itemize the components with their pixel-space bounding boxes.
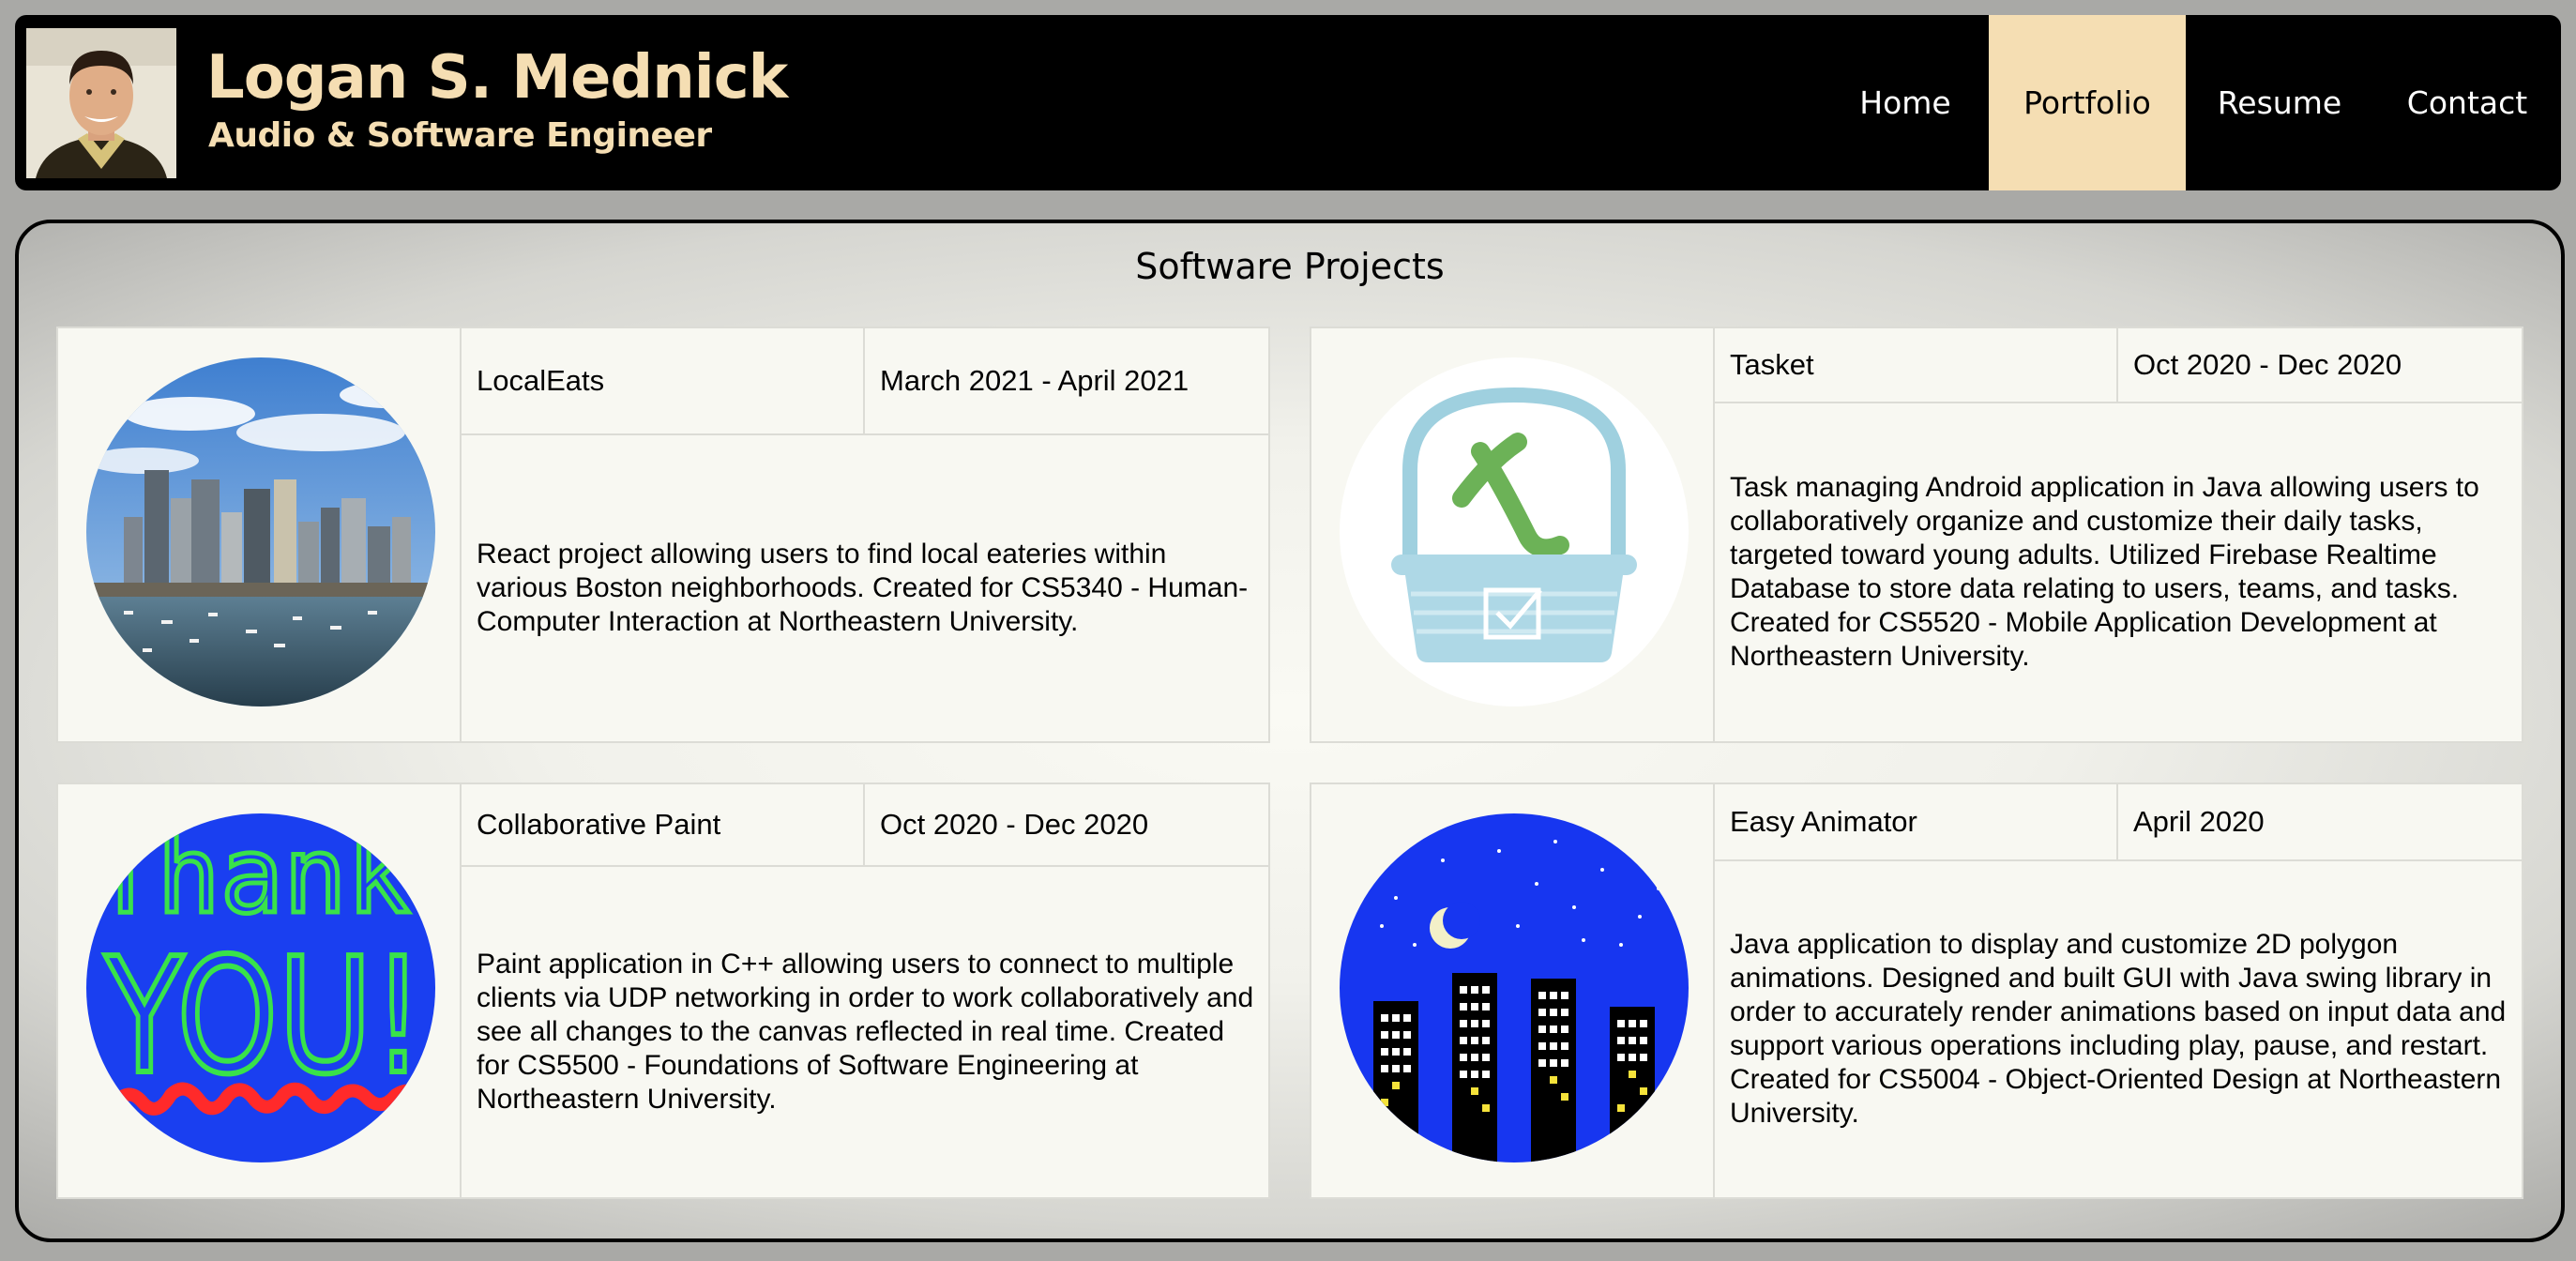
project-name: Collaborative Paint [462, 784, 865, 865]
page-title: Software Projects [1135, 246, 1445, 287]
project-card-collaborative-paint: Thank YOU! Collaborative Paint Oct 2020 … [56, 782, 1270, 1199]
project-description: React project allowing users to find loc… [477, 539, 1249, 637]
project-header: Easy Animator April 2020 [1715, 784, 2522, 861]
profile-photo [26, 28, 176, 178]
project-card-easy-animator: Easy Animator April 2020 Java applicatio… [1310, 782, 2523, 1199]
project-image-cell [1311, 784, 1715, 1197]
project-card-localeats: LocalEats March 2021 - April 2021 React … [56, 327, 1270, 743]
project-description: Paint application in C++ allowing users … [477, 949, 1254, 1115]
project-date: Oct 2020 - Dec 2020 [2133, 348, 2402, 381]
thank-text: Thank [94, 815, 410, 937]
project-header: Collaborative Paint Oct 2020 - Dec 2020 [462, 784, 1268, 867]
tasket-basket-logo [1340, 357, 1689, 706]
project-description: Task managing Android application in Jav… [1730, 472, 2479, 672]
nav-home[interactable]: Home [1822, 15, 1989, 190]
nav-contact[interactable]: Contact [2373, 15, 2561, 190]
boston-skyline-image [86, 357, 435, 706]
project-date: April 2020 [2133, 805, 2265, 838]
site-name: Logan S. Mednick [206, 43, 788, 113]
site-subtitle: Audio & Software Engineer [208, 116, 712, 155]
project-card-tasket: Tasket Oct 2020 - Dec 2020 Task managing… [1310, 327, 2523, 743]
projects-panel: Software Projects LocalEats March 2021 -… [15, 220, 2565, 1242]
project-name: Tasket [1715, 328, 2118, 402]
main-nav: Home Portfolio Resume Contact [1822, 15, 2561, 190]
project-header: Tasket Oct 2020 - Dec 2020 [1715, 328, 2522, 403]
project-name: LocalEats [462, 328, 865, 433]
nav-resume[interactable]: Resume [2186, 15, 2373, 190]
project-image-cell [58, 328, 462, 741]
project-description: Java application to display and customiz… [1730, 929, 2507, 1129]
nav-portfolio[interactable]: Portfolio [1989, 15, 2186, 190]
project-date: Oct 2020 - Dec 2020 [880, 808, 1149, 841]
thank-you-paint-image: Thank YOU! [86, 813, 435, 1162]
project-date: March 2021 - April 2021 [880, 364, 1190, 397]
project-name: Easy Animator [1715, 784, 2118, 859]
project-image-cell [1311, 328, 1715, 741]
you-text: YOU! [104, 924, 424, 1110]
project-image-cell: Thank YOU! [58, 784, 462, 1197]
night-city-animation-image [1340, 813, 1689, 1162]
project-header: LocalEats March 2021 - April 2021 [462, 328, 1268, 435]
site-header: Logan S. Mednick Audio & Software Engine… [15, 15, 2561, 190]
